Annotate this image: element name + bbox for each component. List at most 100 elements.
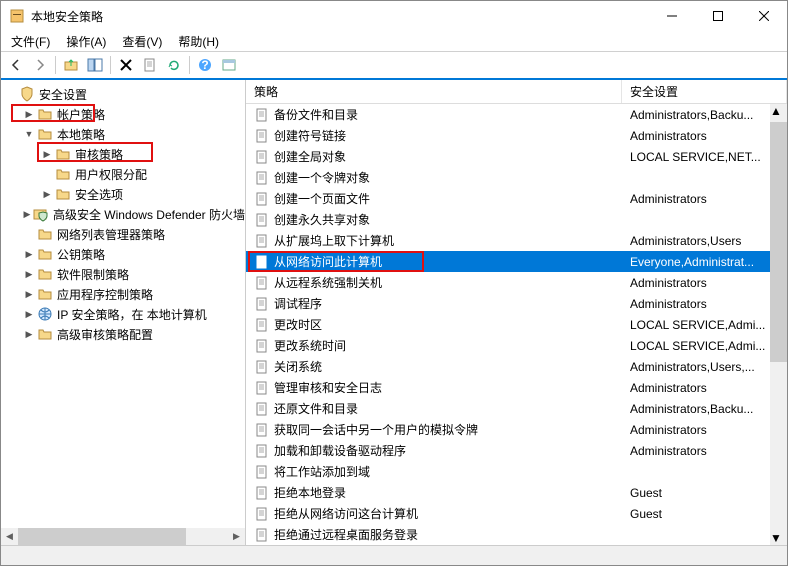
list-pane[interactable]: 策略 安全设置 备份文件和目录Administrators,Backu...创建… xyxy=(246,80,787,545)
tree-pane[interactable]: 安全设置 ▶帐户策略▼本地策略▶审核策略用户权限分配▶安全选项▶高级安全 Win… xyxy=(1,80,246,545)
policy-name: 创建符号链接 xyxy=(274,127,346,144)
list-vscroll[interactable]: ▲ ▼ xyxy=(770,104,787,545)
policy-row[interactable]: 加载和卸载设备驱动程序Administrators xyxy=(246,440,787,461)
policy-name: 创建永久共享对象 xyxy=(274,211,370,228)
forward-button[interactable] xyxy=(29,54,51,76)
tree-item[interactable]: ▶ 公钥策略 xyxy=(1,244,245,264)
policy-name: 管理审核和安全日志 xyxy=(274,379,382,396)
policy-row[interactable]: 创建永久共享对象 xyxy=(246,209,787,230)
policy-row[interactable]: 从远程系统强制关机Administrators xyxy=(246,272,787,293)
tree-item[interactable]: ▶ IP 安全策略，在 本地计算机 xyxy=(1,304,245,324)
policy-row[interactable]: 创建一个令牌对象 xyxy=(246,167,787,188)
policy-name-cell: 获取同一会话中另一个用户的模拟令牌 xyxy=(246,421,622,438)
policy-row[interactable]: 获取同一会话中另一个用户的模拟令牌Administrators xyxy=(246,419,787,440)
tree-item-label: 用户权限分配 xyxy=(75,166,147,183)
policy-icon xyxy=(254,296,270,312)
policy-row[interactable]: 从网络访问此计算机Everyone,Administrat... xyxy=(246,251,787,272)
refresh-button[interactable] xyxy=(163,54,185,76)
policy-row[interactable]: 创建一个页面文件Administrators xyxy=(246,188,787,209)
tree-hscroll[interactable]: ◀ ▶ xyxy=(1,528,245,545)
expand-closed-icon[interactable]: ▶ xyxy=(23,288,35,300)
policy-name-cell: 拒绝从网络访问这台计算机 xyxy=(246,505,622,522)
policy-row[interactable]: 还原文件和目录Administrators,Backu... xyxy=(246,398,787,419)
column-policy[interactable]: 策略 xyxy=(246,80,622,103)
policy-row[interactable]: 创建全局对象LOCAL SERVICE,NET... xyxy=(246,146,787,167)
policy-name-cell: 更改系统时间 xyxy=(246,337,622,354)
policy-name: 获取同一会话中另一个用户的模拟令牌 xyxy=(274,421,478,438)
policy-setting-cell: Administrators,Users,... xyxy=(622,360,787,374)
statusbar xyxy=(1,545,787,565)
folder-icon xyxy=(37,226,53,242)
policy-name: 更改时区 xyxy=(274,316,322,333)
tree-item-label: 高级安全 Windows Defender 防火墙 xyxy=(53,206,245,223)
tree-item[interactable]: ▶审核策略 xyxy=(1,144,245,164)
show-hide-button[interactable] xyxy=(84,54,106,76)
policy-row[interactable]: 拒绝从网络访问这台计算机Guest xyxy=(246,503,787,524)
tree-item-label: 公钥策略 xyxy=(57,246,105,263)
tree-item[interactable]: ▶帐户策略 xyxy=(1,104,245,124)
policy-row[interactable]: 关闭系统Administrators,Users,... xyxy=(246,356,787,377)
expand-none xyxy=(23,228,35,240)
expand-closed-icon[interactable]: ▶ xyxy=(23,308,35,320)
list-header: 策略 安全设置 xyxy=(246,80,787,104)
policy-name-cell: 将工作站添加到域 xyxy=(246,463,622,480)
column-setting[interactable]: 安全设置 xyxy=(622,80,787,103)
menu-view[interactable]: 查看(V) xyxy=(114,31,170,52)
minimize-button[interactable] xyxy=(649,1,695,31)
folder-icon xyxy=(55,186,71,202)
tree-item[interactable]: ▶ 高级安全 Windows Defender 防火墙 xyxy=(1,204,245,224)
back-button[interactable] xyxy=(5,54,27,76)
policy-icon xyxy=(254,359,270,375)
expand-closed-icon[interactable]: ▶ xyxy=(23,248,35,260)
policy-row[interactable]: 拒绝本地登录Guest xyxy=(246,482,787,503)
policy-icon xyxy=(254,254,270,270)
policy-row[interactable]: 备份文件和目录Administrators,Backu... xyxy=(246,104,787,125)
tree-item[interactable]: ▶安全选项 xyxy=(1,184,245,204)
expand-open-icon[interactable]: ▼ xyxy=(23,128,35,140)
policy-name: 更改系统时间 xyxy=(274,337,346,354)
menu-help[interactable]: 帮助(H) xyxy=(170,31,227,52)
menu-file[interactable]: 文件(F) xyxy=(3,31,58,52)
policy-icon xyxy=(254,338,270,354)
policy-row[interactable]: 从扩展坞上取下计算机Administrators,Users xyxy=(246,230,787,251)
policy-row[interactable]: 管理审核和安全日志Administrators xyxy=(246,377,787,398)
policy-row[interactable]: 调试程序Administrators xyxy=(246,293,787,314)
tree-item[interactable]: 用户权限分配 xyxy=(1,164,245,184)
policy-row[interactable]: 更改系统时间LOCAL SERVICE,Admi... xyxy=(246,335,787,356)
tree-item[interactable]: ▶应用程序控制策略 xyxy=(1,284,245,304)
close-button[interactable] xyxy=(741,1,787,31)
tree-root[interactable]: 安全设置 xyxy=(1,84,245,104)
properties-button[interactable] xyxy=(218,54,240,76)
help-button[interactable]: ? xyxy=(194,54,216,76)
tree-item[interactable]: ▶软件限制策略 xyxy=(1,264,245,284)
policy-name: 从远程系统强制关机 xyxy=(274,274,382,291)
expand-closed-icon[interactable]: ▶ xyxy=(23,208,31,220)
expand-closed-icon[interactable]: ▶ xyxy=(41,188,53,200)
tree-item-label: IP 安全策略，在 本地计算机 xyxy=(57,306,207,323)
expand-closed-icon[interactable]: ▶ xyxy=(41,148,53,160)
policy-row[interactable]: 拒绝通过远程桌面服务登录 xyxy=(246,524,787,545)
policy-icon xyxy=(254,107,270,123)
policy-row[interactable]: 创建符号链接Administrators xyxy=(246,125,787,146)
expand-closed-icon[interactable]: ▶ xyxy=(23,268,35,280)
policy-row[interactable]: 将工作站添加到域 xyxy=(246,461,787,482)
maximize-button[interactable] xyxy=(695,1,741,31)
tree-item[interactable]: 网络列表管理器策略 xyxy=(1,224,245,244)
menu-action[interactable]: 操作(A) xyxy=(58,31,114,52)
app-icon xyxy=(9,8,25,24)
policy-icon xyxy=(254,275,270,291)
delete-button[interactable] xyxy=(115,54,137,76)
folder-icon xyxy=(37,326,53,342)
tree-item[interactable]: ▶高级审核策略配置 xyxy=(1,324,245,344)
expand-closed-icon[interactable]: ▶ xyxy=(23,108,35,120)
folder-icon xyxy=(37,126,53,142)
policy-row[interactable]: 更改时区LOCAL SERVICE,Admi... xyxy=(246,314,787,335)
policy-name: 创建一个页面文件 xyxy=(274,190,370,207)
expand-closed-icon[interactable]: ▶ xyxy=(23,328,35,340)
export-button[interactable] xyxy=(139,54,161,76)
policy-name-cell: 拒绝通过远程桌面服务登录 xyxy=(246,526,622,543)
policy-name: 拒绝通过远程桌面服务登录 xyxy=(274,526,418,543)
up-button[interactable] xyxy=(60,54,82,76)
policy-setting-cell: Administrators,Users xyxy=(622,234,787,248)
tree-item[interactable]: ▼本地策略 xyxy=(1,124,245,144)
